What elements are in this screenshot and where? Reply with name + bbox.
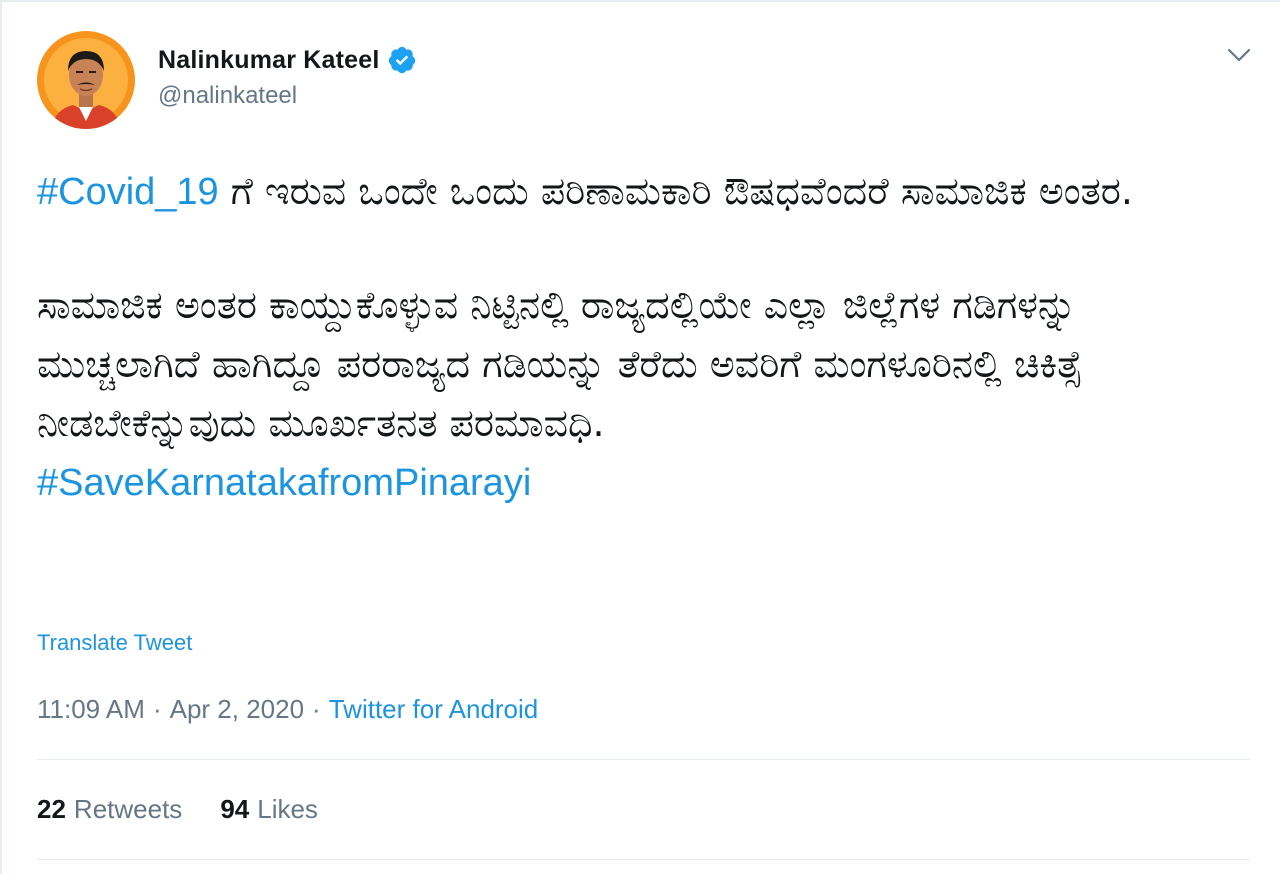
tweet-paragraph-1: #Covid_19 ಗೆ ಇರುವ ಒಂದೇ ಒಂದು ಪರಿಣಾಮಕಾರಿ ಔ… bbox=[37, 162, 1247, 222]
avatar[interactable] bbox=[37, 31, 135, 129]
likes-label: Likes bbox=[257, 794, 318, 824]
retweets-count: 22 bbox=[37, 794, 66, 824]
tweet-date[interactable]: Apr 2, 2020 bbox=[170, 694, 304, 724]
meta-separator: · bbox=[312, 694, 321, 724]
tweet-source-link[interactable]: Twitter for Android bbox=[329, 694, 539, 724]
avatar-image bbox=[37, 31, 135, 129]
likes-stat[interactable]: 94 Likes bbox=[220, 794, 318, 825]
hashtag-link-savekarnataka[interactable]: #SaveKarnatakafromPinarayi bbox=[37, 462, 531, 504]
tweet-card: Nalinkumar Kateel @nalinkateel #Covid_19… bbox=[0, 0, 1280, 874]
tweet-text-segment: ಗೆ ಇರುವ ಒಂದೇ ಒಂದು ಪರಿಣಾಮಕಾರಿ ಔಷಧವೆಂದರೆ ಸ… bbox=[218, 169, 1133, 213]
tweet-text: #Covid_19 ಗೆ ಇರುವ ಒಂದೇ ಒಂದು ಪರಿಣಾಮಕಾರಿ ಔ… bbox=[37, 162, 1247, 513]
display-name[interactable]: Nalinkumar Kateel bbox=[158, 46, 380, 75]
meta-separator: · bbox=[152, 694, 162, 724]
user-handle[interactable]: @nalinkateel bbox=[158, 82, 417, 110]
likes-count: 94 bbox=[220, 794, 250, 824]
tweet-time[interactable]: 11:09 AM bbox=[37, 694, 145, 724]
display-name-row: Nalinkumar Kateel bbox=[158, 42, 417, 78]
tweet-stats: 22 Retweets 94 Likes bbox=[37, 794, 356, 825]
hashtag-link-covid[interactable]: #Covid_19 bbox=[37, 171, 219, 213]
chevron-down-icon[interactable] bbox=[1224, 42, 1254, 68]
retweets-label: Retweets bbox=[73, 794, 183, 824]
verified-badge-icon bbox=[387, 45, 417, 75]
retweets-stat[interactable]: 22 Retweets bbox=[37, 794, 182, 825]
tweet-text-segment: ಸಾಮಾಜಿಕ ಅಂತರ ಕಾಯ್ದುಕೊಳ್ಳುವ ನಿಟ್ಟಿನಲ್ಲಿ ರ… bbox=[37, 283, 1083, 445]
translate-tweet-link[interactable]: Translate Tweet bbox=[37, 630, 192, 656]
divider bbox=[37, 859, 1250, 860]
tweet-meta: 11:09 AM · Apr 2, 2020 · Twitter for Android bbox=[37, 694, 538, 725]
tweet-paragraph-2: ಸಾಮಾಜಿಕ ಅಂತರ ಕಾಯ್ದುಕೊಳ್ಳುವ ನಿಟ್ಟಿನಲ್ಲಿ ರ… bbox=[37, 276, 1247, 513]
divider bbox=[37, 759, 1250, 760]
author-block: Nalinkumar Kateel @nalinkateel bbox=[158, 42, 417, 110]
